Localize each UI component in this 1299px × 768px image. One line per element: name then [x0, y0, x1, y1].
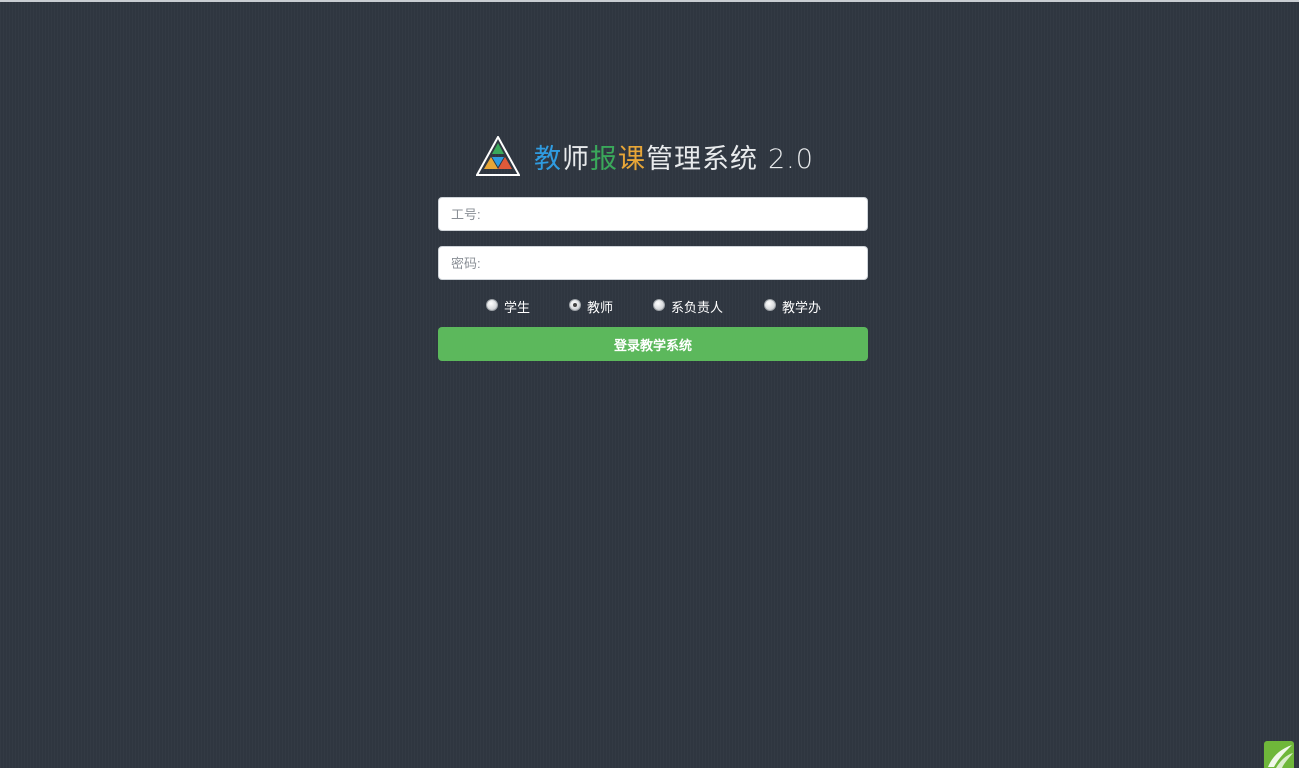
- title-part-4: 课: [618, 143, 646, 175]
- username-input[interactable]: [438, 197, 868, 231]
- role-label: 系负责人: [671, 301, 724, 316]
- version-label: 2.0: [768, 143, 814, 175]
- login-button[interactable]: 登录教学系统: [438, 327, 868, 361]
- role-option-teacher[interactable]: 教师: [569, 297, 613, 316]
- top-border: [0, 0, 1299, 2]
- radio-button[interactable]: [653, 298, 665, 311]
- role-label: 教师: [587, 301, 614, 316]
- radio-button[interactable]: [764, 298, 776, 311]
- radio-button[interactable]: [486, 298, 498, 311]
- role-label: 教学办: [782, 301, 822, 316]
- role-option-teaching-office[interactable]: 教学办: [764, 297, 821, 316]
- radio-button-checked[interactable]: [569, 298, 581, 311]
- title-part-3: 报: [590, 143, 618, 175]
- title-part-2: 师: [562, 143, 590, 175]
- page-title: 教师报课管理系统 2.0: [534, 137, 814, 176]
- role-option-department-head[interactable]: 系负责人: [653, 297, 723, 316]
- role-label: 学生: [504, 301, 531, 316]
- password-input[interactable]: [438, 246, 868, 280]
- leaf-glyph-icon: [1268, 745, 1293, 768]
- leaf-badge-icon[interactable]: [1264, 741, 1294, 768]
- role-selector: 学生 教师 系负责人 教学办: [486, 297, 866, 317]
- triangle-logo-icon: [476, 136, 520, 176]
- app-header: 教师报课管理系统 2.0: [476, 136, 814, 176]
- role-option-student[interactable]: 学生: [486, 297, 530, 316]
- title-part-1: 教: [534, 143, 562, 175]
- title-part-5: 管理系统: [646, 143, 758, 175]
